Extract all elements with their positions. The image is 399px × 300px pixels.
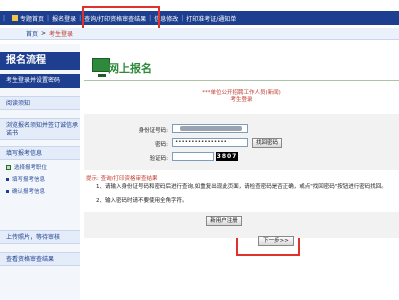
tips-line-2: 2、输入密码时请不要使用全角字符。 — [96, 198, 188, 204]
sidebar-sub-label: 确认报考信息 — [12, 189, 46, 195]
sidebar-sub-label: 填写报考信息 — [12, 177, 46, 183]
page-title: 网上报名 — [108, 62, 152, 75]
notice-text: ***单位公开招聘工作人员(新闻) 考生登录 — [84, 90, 399, 104]
sidebar-item-view-results[interactable]: 查看资格审查结果 — [0, 252, 80, 266]
sidebar-item-fill-info[interactable]: 填写报考信息 — [0, 146, 80, 160]
nav-separator: | — [181, 14, 184, 22]
divider — [84, 80, 399, 81]
sidebar-item-agreement[interactable]: 浏览报名须知并签订诚信承诺书 — [0, 118, 80, 140]
sidebar-sub-fill-info[interactable]: 填写报考信息 — [0, 174, 80, 186]
register-button[interactable]: 新用户注册 — [206, 216, 242, 226]
sidebar-item-login[interactable]: 考生登录并设置密码 — [0, 74, 80, 88]
sidebar-item-upload-photo[interactable]: 上传照片，等待审核 — [0, 230, 80, 244]
sidebar-title: 报名流程 — [0, 52, 80, 70]
breadcrumb-separator: > — [41, 30, 47, 37]
nav-separator: | — [3, 14, 6, 22]
redacted-id-mask — [180, 126, 242, 131]
bullet-icon — [6, 178, 9, 181]
notice-line-2: 考生登录 — [230, 97, 253, 103]
tips-title: 提示: 查询/打印资格审查结果 — [86, 176, 158, 182]
sidebar-sub-label: 选择报考职位 — [14, 165, 48, 171]
bullet-icon — [6, 190, 9, 193]
nav-item-print-ticket[interactable]: 打印准考证/通知单 — [186, 14, 236, 23]
id-label: 身份证号码: — [138, 128, 168, 134]
main-header: 网上报名 — [84, 54, 399, 82]
sidebar: 报名流程 考生登录并设置密码 阅读须知 浏览报名须知并签订诚信承诺书 填写报考信… — [0, 44, 80, 300]
nav-separator: | — [79, 14, 82, 22]
find-password-button[interactable]: 找回密码 — [252, 138, 282, 148]
captcha-input[interactable] — [172, 152, 214, 161]
sidebar-item-read-notice[interactable]: 阅读须知 — [0, 96, 80, 110]
password-input[interactable]: •••••••••••••••• — [172, 138, 248, 147]
sidebar-sub-choose-position[interactable]: 选择报考职位 — [0, 162, 80, 174]
captcha-label: 验证码: — [149, 156, 168, 162]
nav-item-home[interactable]: 专题首页 — [20, 14, 44, 23]
sidebar-sub-confirm-info[interactable]: 确认报考信息 — [0, 186, 80, 198]
breadcrumb-home[interactable]: 首页 — [26, 29, 38, 38]
nav-item-login[interactable]: 报名登录 — [52, 14, 76, 23]
check-icon — [6, 165, 11, 170]
password-label: 密码: — [155, 142, 168, 148]
notice-line-1: ***单位公开招聘工作人员(新闻) — [202, 90, 281, 96]
home-icon — [12, 15, 19, 21]
nav-separator: | — [47, 14, 50, 22]
breadcrumb: 首页 > 考生登录 — [0, 28, 399, 40]
captcha-image[interactable]: 3807 — [216, 152, 238, 161]
breadcrumb-current: 考生登录 — [49, 31, 74, 38]
tips-line-1: 1、请输入身份证号码和密码后进行查询,如重复出现此页面，请检查密码是否正确，或点… — [96, 184, 387, 190]
top-nav-bar: | 专题首页 | 报名登录 | 查询/打印资格审查结果 | 信息修改 | 打印准… — [0, 11, 399, 25]
next-button[interactable]: 下一步>> — [258, 236, 294, 246]
